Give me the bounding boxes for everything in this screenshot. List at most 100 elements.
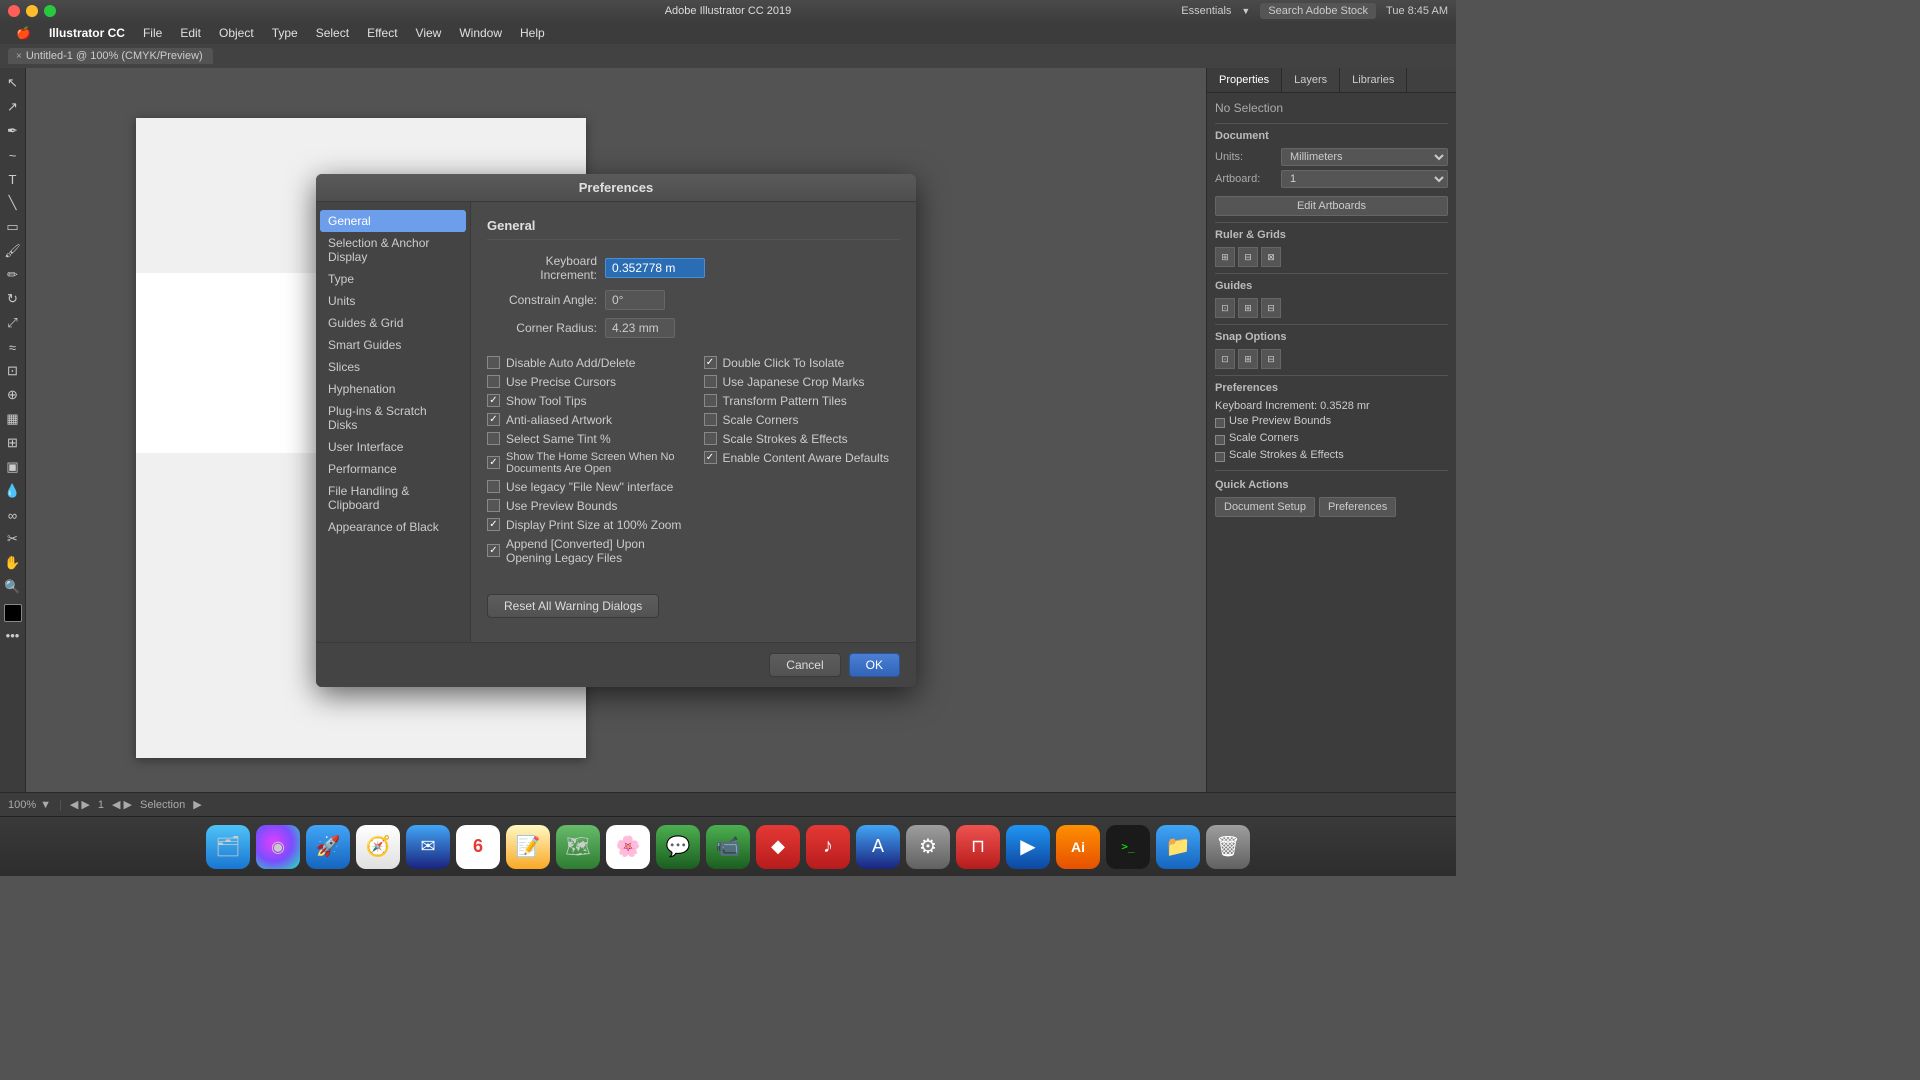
menu-select[interactable]: Select xyxy=(308,24,357,42)
cb-display-print-checkbox[interactable] xyxy=(487,518,500,531)
tab-close-icon[interactable]: × xyxy=(16,51,22,62)
snap-icon-1[interactable]: ⊡ xyxy=(1215,349,1235,369)
direct-selection-tool-icon[interactable]: ↗ xyxy=(2,96,24,118)
fill-color-icon[interactable] xyxy=(4,604,22,622)
line-tool-icon[interactable]: ╲ xyxy=(2,192,24,214)
column-graph-icon[interactable]: ▦ xyxy=(2,408,24,430)
menu-view[interactable]: View xyxy=(408,24,450,42)
menu-apple[interactable]: 🍎 xyxy=(8,24,39,42)
type-tool-icon[interactable]: T xyxy=(2,168,24,190)
edit-artboards-button[interactable]: Edit Artboards xyxy=(1215,196,1448,216)
pencil-tool-icon[interactable]: ✏ xyxy=(2,264,24,286)
sidebar-item-smart-guides[interactable]: Smart Guides xyxy=(316,334,470,356)
close-window-button[interactable] xyxy=(8,5,20,17)
document-setup-button[interactable]: Document Setup xyxy=(1215,497,1315,517)
cb-disable-auto-checkbox[interactable] xyxy=(487,356,500,369)
gradient-tool-icon[interactable]: ▣ xyxy=(2,456,24,478)
cb-use-precise-checkbox[interactable] xyxy=(487,375,500,388)
ok-button[interactable]: OK xyxy=(849,653,900,677)
document-tab[interactable]: × Untitled-1 @ 100% (CMYK/Preview) xyxy=(8,48,213,64)
cancel-button[interactable]: Cancel xyxy=(769,653,840,677)
dock-imovie[interactable]: ▶ xyxy=(1006,825,1050,869)
cb-select-same-tint-checkbox[interactable] xyxy=(487,432,500,445)
pen-tool-icon[interactable]: ✒ xyxy=(2,120,24,142)
scale-tool-icon[interactable]: ⤢ xyxy=(2,312,24,334)
dock-messages[interactable]: 💬 xyxy=(656,825,700,869)
tab-properties[interactable]: Properties xyxy=(1207,68,1282,92)
scissors-icon[interactable]: ✂ xyxy=(2,528,24,550)
free-transform-icon[interactable]: ⊡ xyxy=(2,360,24,382)
menu-object[interactable]: Object xyxy=(211,24,262,42)
dock-mail[interactable]: ✉ xyxy=(406,825,450,869)
dock-files[interactable]: 📁 xyxy=(1156,825,1200,869)
sidebar-item-units[interactable]: Units xyxy=(316,290,470,312)
guide-icon-1[interactable]: ⊡ xyxy=(1215,298,1235,318)
cb-enable-content-checkbox[interactable] xyxy=(704,451,717,464)
sidebar-item-file-handling[interactable]: File Handling & Clipboard xyxy=(316,480,470,516)
sidebar-item-selection[interactable]: Selection & Anchor Display xyxy=(316,232,470,268)
more-tools-icon[interactable]: ••• xyxy=(2,624,24,646)
dock-finder[interactable]: 🗂 xyxy=(206,825,250,869)
guide-icon-3[interactable]: ⊟ xyxy=(1261,298,1281,318)
dock-fantastical[interactable]: ◆ xyxy=(756,825,800,869)
tab-layers[interactable]: Layers xyxy=(1282,68,1340,92)
rotate-tool-icon[interactable]: ↻ xyxy=(2,288,24,310)
cb-scale-corners-checkbox[interactable] xyxy=(704,413,717,426)
cb-use-preview-checkbox[interactable] xyxy=(487,499,500,512)
cb-scale-strokes-checkbox[interactable] xyxy=(704,432,717,445)
use-preview-bounds-pref-checkbox[interactable] xyxy=(1215,418,1225,428)
ruler-icon[interactable]: ⊞ xyxy=(1215,247,1235,267)
zoom-tool-icon[interactable]: 🔍 xyxy=(2,576,24,598)
dock-music[interactable]: ♪ xyxy=(806,825,850,869)
reset-warning-dialogs-button[interactable]: Reset All Warning Dialogs xyxy=(487,594,659,618)
menu-effect[interactable]: Effect xyxy=(359,24,405,42)
canvas-area[interactable]: Preferences General Selection & Anchor D… xyxy=(26,68,1206,792)
dock-safari[interactable]: 🧭 xyxy=(356,825,400,869)
selection-tool-icon[interactable]: ↖ xyxy=(2,72,24,94)
dock-calendar[interactable]: 6 xyxy=(456,825,500,869)
dock-maps[interactable]: 🗺 xyxy=(556,825,600,869)
cb-show-tool-tips-checkbox[interactable] xyxy=(487,394,500,407)
keyboard-increment-input[interactable] xyxy=(605,258,705,278)
dock-trash[interactable]: 🗑 xyxy=(1206,825,1250,869)
sidebar-item-type[interactable]: Type xyxy=(316,268,470,290)
dock-photos[interactable]: 🌸 xyxy=(606,825,650,869)
hand-tool-icon[interactable]: ✋ xyxy=(2,552,24,574)
menu-window[interactable]: Window xyxy=(451,24,510,42)
minimize-window-button[interactable] xyxy=(26,5,38,17)
snap-icon-2[interactable]: ⊞ xyxy=(1238,349,1258,369)
zoom-down-arrow[interactable]: ▼ xyxy=(40,799,51,811)
sidebar-item-guides[interactable]: Guides & Grid xyxy=(316,312,470,334)
blend-tool-icon[interactable]: ∞ xyxy=(2,504,24,526)
maximize-window-button[interactable] xyxy=(44,5,56,17)
tab-libraries[interactable]: Libraries xyxy=(1340,68,1407,92)
mesh-tool-icon[interactable]: ⊞ xyxy=(2,432,24,454)
scale-strokes-pref-checkbox[interactable] xyxy=(1215,452,1225,462)
cb-transform-pattern-checkbox[interactable] xyxy=(704,394,717,407)
sidebar-item-user-interface[interactable]: User Interface xyxy=(316,436,470,458)
cb-use-legacy-checkbox[interactable] xyxy=(487,480,500,493)
sidebar-item-performance[interactable]: Performance xyxy=(316,458,470,480)
paintbrush-tool-icon[interactable]: 🖌 xyxy=(2,240,24,262)
search-stock-input[interactable]: Search Adobe Stock xyxy=(1260,3,1376,19)
menu-file[interactable]: File xyxy=(135,24,170,42)
preferences-quick-button[interactable]: Preferences xyxy=(1319,497,1396,517)
eyedropper-icon[interactable]: 💧 xyxy=(2,480,24,502)
dock-magnet[interactable]: ⊓ xyxy=(956,825,1000,869)
dock-launchpad[interactable]: 🚀 xyxy=(306,825,350,869)
menu-type[interactable]: Type xyxy=(264,24,306,42)
sidebar-item-hyphenation[interactable]: Hyphenation xyxy=(316,378,470,400)
sidebar-item-appearance[interactable]: Appearance of Black xyxy=(316,516,470,538)
essentials-dropdown[interactable]: Essentials xyxy=(1181,5,1231,17)
curvature-tool-icon[interactable]: ~ xyxy=(2,144,24,166)
sidebar-item-plugins[interactable]: Plug-ins & Scratch Disks xyxy=(316,400,470,436)
dock-siri[interactable]: ◉ xyxy=(256,825,300,869)
sidebar-item-slices[interactable]: Slices xyxy=(316,356,470,378)
menu-help[interactable]: Help xyxy=(512,24,553,42)
cb-append-converted-checkbox[interactable] xyxy=(487,544,500,557)
cb-show-home-checkbox[interactable] xyxy=(487,456,500,469)
constrain-angle-input[interactable] xyxy=(605,290,665,310)
corner-radius-input[interactable] xyxy=(605,318,675,338)
dock-terminal[interactable]: >_ xyxy=(1106,825,1150,869)
dock-appstore[interactable]: A xyxy=(856,825,900,869)
